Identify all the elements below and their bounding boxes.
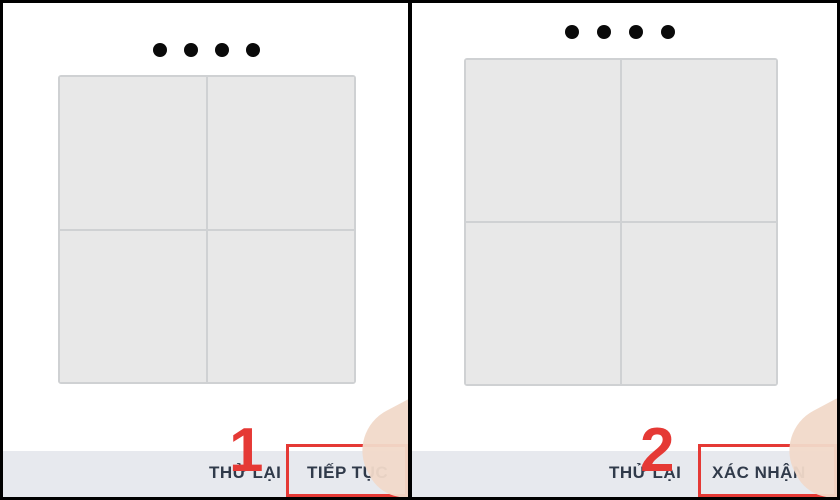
progress-dot [215, 43, 229, 57]
pattern-grid[interactable] [464, 58, 778, 386]
grid-cell[interactable] [466, 223, 620, 384]
grid-cell[interactable] [622, 60, 776, 221]
pattern-grid[interactable] [58, 75, 356, 384]
progress-dot [565, 25, 579, 39]
grid-cell[interactable] [60, 77, 206, 229]
step-number: 1 [229, 416, 264, 485]
progress-dot [629, 25, 643, 39]
progress-dot [153, 43, 167, 57]
grid-cell[interactable] [208, 230, 354, 382]
grid-cell[interactable] [466, 60, 620, 221]
step-1-screen: THỬ LẠI TIẾP TỤC 1 [3, 3, 408, 497]
grid-cell[interactable] [622, 223, 776, 384]
progress-dot [597, 25, 611, 39]
grid-cell[interactable] [60, 230, 206, 382]
grid-cell[interactable] [208, 77, 354, 229]
pattern-progress-dots [565, 25, 675, 39]
progress-dot [184, 43, 198, 57]
progress-dot [661, 25, 675, 39]
step-number: 2 [640, 416, 675, 485]
pattern-progress-dots [153, 43, 260, 57]
step-2-screen: THỬ LẠI XÁC NHẬN 2 [412, 3, 837, 497]
progress-dot [246, 43, 260, 57]
